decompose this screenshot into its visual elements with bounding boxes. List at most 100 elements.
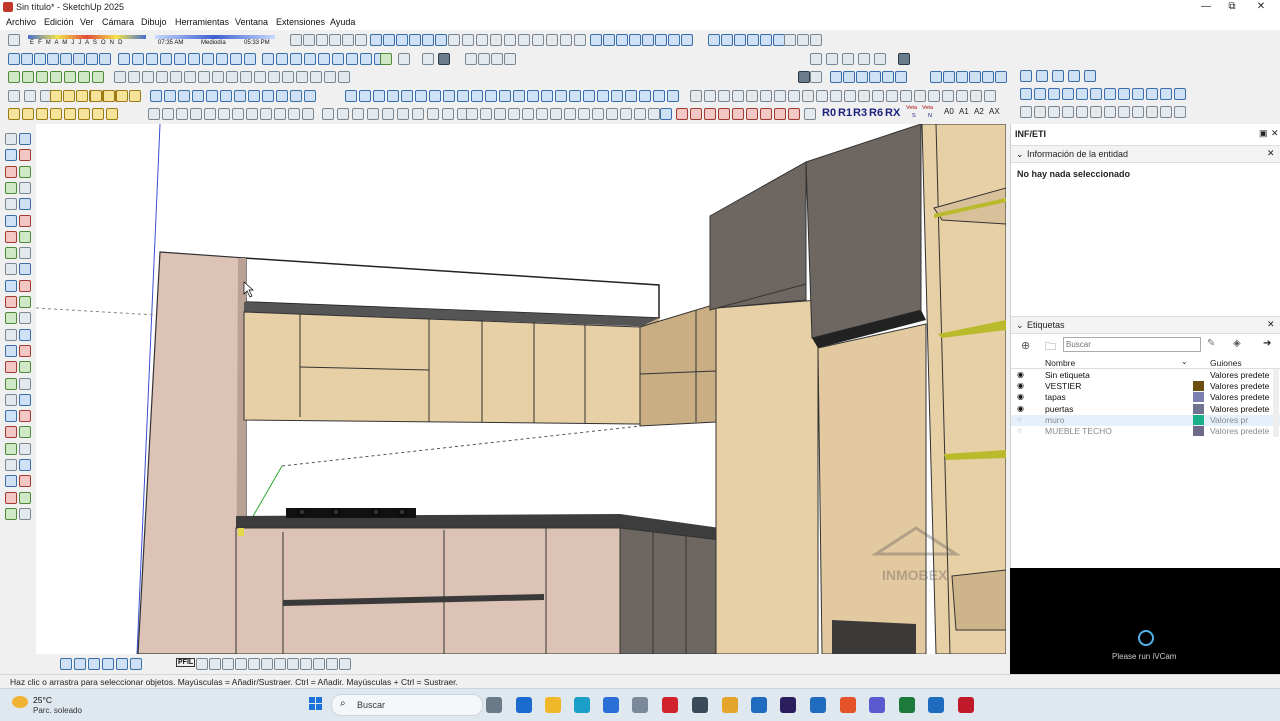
row5-tool-icon-41[interactable]	[620, 108, 632, 120]
row5-tool-icon-18[interactable]	[288, 108, 300, 120]
row1-tool-icon-30[interactable]	[708, 34, 720, 46]
row1-tool-icon-14[interactable]	[476, 34, 488, 46]
rowR-tool-icon-3[interactable]	[1068, 70, 1080, 82]
left-tool-icon-12-0[interactable]	[5, 328, 17, 341]
bottom-tool-icon-4[interactable]	[116, 658, 128, 670]
row3-tool-icon-4[interactable]	[64, 71, 76, 83]
row1-tool-icon-0[interactable]	[290, 34, 302, 46]
row5-tool-icon-1[interactable]	[22, 108, 34, 120]
row3-tool-icon-34[interactable]	[956, 71, 968, 83]
details-arrow-icon[interactable]: ➔	[1263, 338, 1271, 349]
tag-dash[interactable]: Valores predete	[1210, 381, 1269, 391]
row4-tool-icon-66[interactable]	[928, 90, 940, 102]
teams-icon[interactable]	[869, 697, 885, 713]
rowR-tool-icon-11[interactable]	[1104, 88, 1116, 100]
rowR-tool-icon-22[interactable]	[1090, 106, 1102, 118]
left-tool-icon-10-0[interactable]	[5, 296, 17, 308]
row4-tool-icon-63[interactable]	[886, 90, 898, 102]
row5-tool-icon-6[interactable]	[92, 108, 104, 120]
row2-tool-icon-28[interactable]	[398, 53, 410, 65]
tag-row[interactable]: ◉ puertas Valores predete	[1011, 403, 1280, 415]
row5-tool-icon-30[interactable]	[466, 108, 478, 120]
rowR-tool-icon-25[interactable]	[1132, 106, 1144, 118]
tag-color-swatch[interactable]	[1193, 392, 1204, 403]
row3-tool-icon-20[interactable]	[296, 71, 308, 83]
task-view-icon[interactable]	[486, 697, 502, 713]
left-tool-icon-8-0[interactable]	[5, 263, 17, 276]
left-tool-icon-18-1[interactable]	[19, 426, 31, 439]
row1-tool-icon-21[interactable]	[574, 34, 586, 46]
rowR-tool-icon-7[interactable]	[1048, 88, 1060, 100]
row3-tool-icon-10[interactable]	[156, 71, 168, 83]
row3-tool-icon-18[interactable]	[268, 71, 280, 83]
row3-tool-icon-24[interactable]	[798, 71, 810, 83]
rotate-r3-button[interactable]: R3	[853, 107, 867, 119]
bottom-tool-icon-13[interactable]	[287, 658, 299, 670]
left-tool-icon-9-0[interactable]	[5, 279, 17, 292]
row3-tool-icon-2[interactable]	[36, 71, 48, 83]
windows-start-icon[interactable]	[309, 697, 323, 711]
rowR-tool-icon-28[interactable]	[1174, 106, 1186, 118]
left-tool-icon-23-1[interactable]	[19, 507, 31, 520]
row4-tool-icon-62[interactable]	[872, 90, 884, 102]
row2-tool-icon-24[interactable]	[346, 53, 358, 65]
row1-tool-icon-8[interactable]	[396, 34, 408, 46]
pencil-icon[interactable]: ✎	[1207, 338, 1215, 349]
menu-extensiones[interactable]: Extensiones	[276, 17, 325, 27]
row5-tool-icon-9[interactable]	[162, 108, 174, 120]
row1-tool-icon-12[interactable]	[448, 34, 460, 46]
row5-tool-icon-2[interactable]	[36, 108, 48, 120]
bottom-tool-icon-15[interactable]	[313, 658, 325, 670]
row2-tool-icon-25[interactable]	[360, 53, 372, 65]
row1-tool-icon-10[interactable]	[422, 34, 434, 46]
left-tool-icon-13-0[interactable]	[5, 344, 17, 357]
row2-tool-icon-19[interactable]	[276, 53, 288, 65]
bottom-tool-icon-2[interactable]	[88, 658, 100, 670]
row3-tool-icon-29[interactable]	[869, 71, 881, 83]
shadow-time-slider[interactable]	[155, 35, 275, 39]
row4-tool-icon-58[interactable]	[816, 90, 828, 102]
bottom-tool-icon-8[interactable]	[222, 658, 234, 670]
row2-tool-icon-37[interactable]	[842, 53, 854, 65]
left-tool-icon-2-0[interactable]	[5, 165, 17, 178]
row5-tool-icon-19[interactable]	[302, 108, 314, 120]
row5-tool-icon-26[interactable]	[412, 108, 424, 120]
left-tool-icon-2-1[interactable]	[19, 165, 31, 178]
chrome-icon[interactable]	[722, 697, 738, 713]
bottom-tool-icon-16[interactable]	[326, 658, 338, 670]
rowR-tool-icon-9[interactable]	[1076, 88, 1088, 100]
row4-tool-icon-45[interactable]	[625, 90, 637, 102]
left-tool-icon-19-0[interactable]	[5, 442, 17, 455]
store-icon[interactable]	[603, 697, 619, 713]
row5-tool-icon-0[interactable]	[8, 108, 20, 120]
rowR-tool-icon-12[interactable]	[1118, 88, 1130, 100]
row3-tool-icon-36[interactable]	[982, 71, 994, 83]
rowR-tool-icon-13[interactable]	[1132, 88, 1144, 100]
tag-dash[interactable]: Valores predete	[1210, 370, 1269, 380]
row1-tool-icon-33[interactable]	[747, 34, 759, 46]
chrome-2-icon[interactable]	[840, 697, 856, 713]
bottom-tool-icon-0[interactable]	[60, 658, 72, 670]
row4-tool-icon-46[interactable]	[639, 90, 651, 102]
tags-scrollbar[interactable]	[1273, 369, 1279, 437]
tag-row[interactable]: ◉ VESTIER Valores predete	[1011, 381, 1280, 392]
row5-tool-icon-8[interactable]	[148, 108, 160, 120]
row4-tool-icon-69[interactable]	[970, 90, 982, 102]
row2-tool-icon-8[interactable]	[118, 53, 130, 65]
row4-tool-icon-19[interactable]	[234, 90, 246, 102]
rowR-tool-icon-15[interactable]	[1160, 88, 1172, 100]
row2-tool-icon-32[interactable]	[478, 53, 490, 65]
row2-tool-icon-36[interactable]	[826, 53, 838, 65]
rowR-tool-icon-21[interactable]	[1076, 106, 1088, 118]
row4-tool-icon-64[interactable]	[900, 90, 912, 102]
row3-tool-icon-30[interactable]	[882, 71, 894, 83]
row5-tool-icon-20[interactable]	[322, 108, 334, 120]
row1-tool-icon-24[interactable]	[616, 34, 628, 46]
file-explorer-icon[interactable]	[545, 697, 561, 713]
row3-tool-icon-23[interactable]	[338, 71, 350, 83]
weather-icon[interactable]	[12, 696, 28, 708]
row1-tool-icon-20[interactable]	[560, 34, 572, 46]
row5-tool-icon-23[interactable]	[367, 108, 379, 120]
row5-tool-icon-48[interactable]	[718, 108, 730, 120]
row4-tool-icon-14[interactable]	[164, 90, 176, 102]
